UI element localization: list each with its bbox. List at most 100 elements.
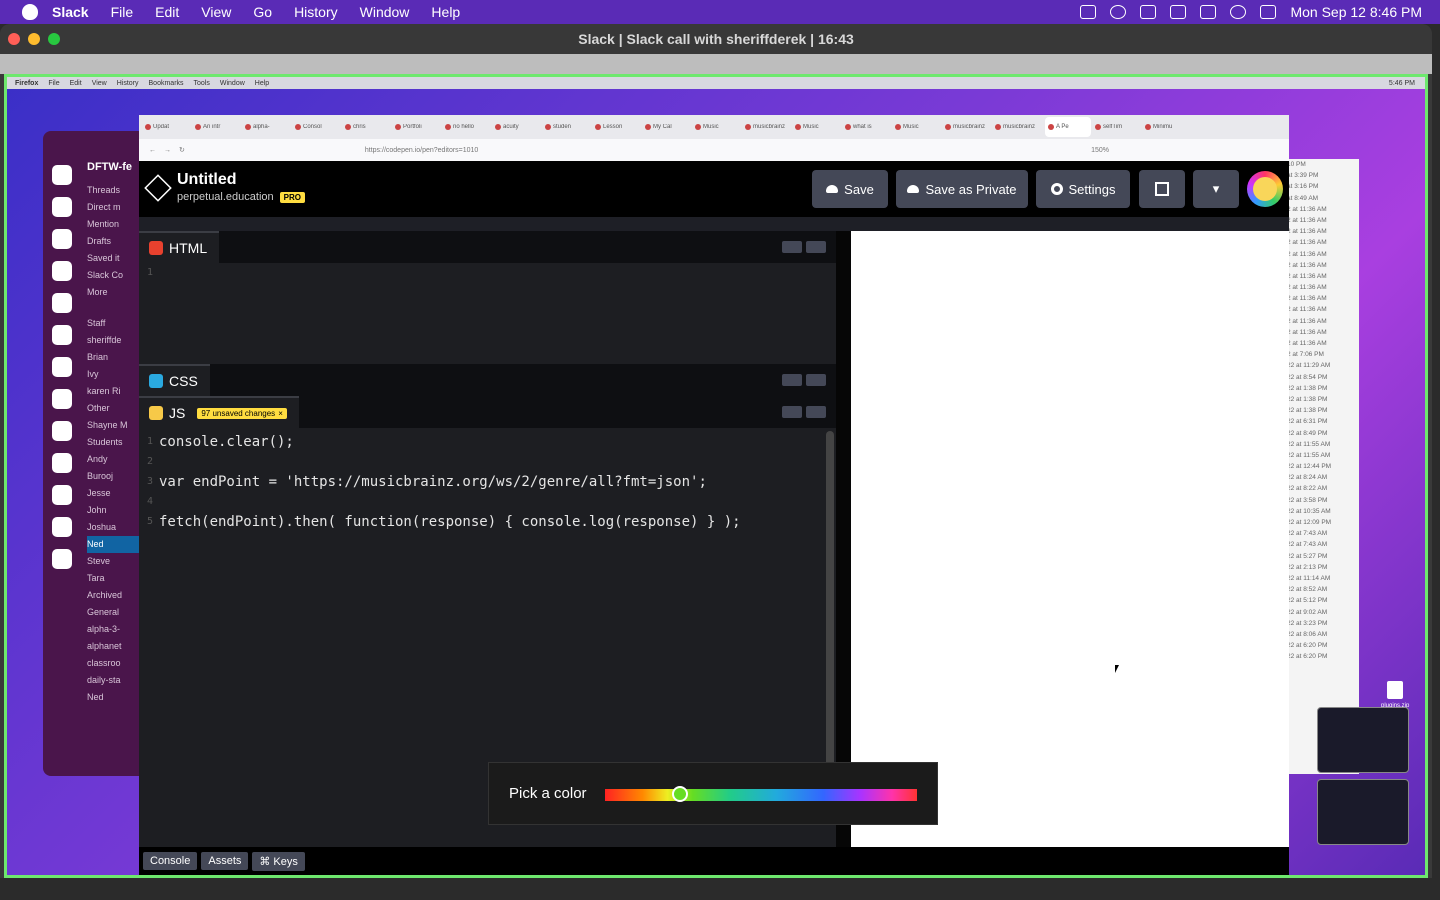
css-pane-controls (782, 374, 826, 386)
shared-file-list: 10 PM at 3:39 PM at 3:16 PM at 8:49 AM 2 at … (1287, 159, 1359, 774)
browser-tab: An intr (195, 124, 241, 130)
drive-icon[interactable] (1080, 5, 1097, 19)
line-number: 5 (146, 516, 153, 527)
file-list-item: 22 at 6:20 PM (1287, 653, 1328, 661)
file-list-item: 2 at 11:36 AM (1287, 261, 1327, 269)
file-icon (1387, 681, 1403, 699)
file-list-item: 22 at 8:52 AM (1287, 586, 1328, 594)
tab-label: musicbrainz (953, 124, 986, 130)
save-private-button: Save as Private (896, 170, 1028, 208)
browser-tab: A Pe (1045, 117, 1091, 137)
tab-favicon-icon (545, 124, 551, 130)
browser-tab: My Cal (645, 124, 691, 130)
console-button: Console (143, 852, 198, 870)
tab-label: Lesson (603, 124, 623, 130)
call-toolbar (0, 54, 1432, 74)
browser-tab: Updat (145, 124, 191, 130)
css-pane-header: CSS (139, 364, 836, 396)
shared-menu-history: History (116, 79, 139, 87)
cloud-icon (826, 185, 839, 193)
menu-go[interactable]: Go (253, 4, 272, 20)
browser-tab: musicbrainz (995, 124, 1041, 130)
color-picker-label: Pick a color (509, 785, 587, 802)
tab-label: An intr (203, 124, 221, 130)
menubar-clock[interactable]: Mon Sep 12 8:46 PM (1290, 4, 1422, 20)
tab-label: Portfoli (403, 124, 422, 130)
wifi-icon[interactable] (1230, 5, 1247, 19)
tab-favicon-icon (595, 124, 601, 130)
menu-help[interactable]: Help (431, 4, 460, 20)
tab-css: CSS (139, 364, 210, 396)
menu-window[interactable]: Window (360, 4, 410, 20)
hue-slider-handle[interactable] (671, 786, 688, 802)
flag-icon[interactable] (1170, 5, 1187, 19)
html-pane-header: HTML (139, 231, 836, 263)
tab-favicon-icon (145, 124, 151, 130)
chevron-down-icon (806, 241, 826, 253)
file-list-item: 22 at 3:23 PM (1287, 619, 1328, 627)
tab-label: Music (903, 124, 919, 130)
file-list-item: 22 at 9:02 AM (1287, 608, 1328, 616)
html-pane-controls (782, 241, 826, 253)
html-icon (149, 241, 163, 255)
file-list-item: 22 at 1:38 PM (1287, 395, 1328, 403)
cloud-icon (907, 185, 920, 193)
bluetooth-icon[interactable] (1140, 5, 1157, 19)
slack-call-window: Slack | Slack call with sheriffderek | 1… (0, 24, 1432, 878)
file-list-item: 10 PM (1287, 161, 1306, 168)
tab-favicon-icon (695, 124, 701, 130)
browser-tab: Music (895, 124, 941, 130)
js-label: JS (169, 405, 186, 421)
file-list-item: 22 at 2:13 PM (1287, 563, 1328, 571)
menu-edit[interactable]: Edit (155, 4, 179, 20)
hue-slider[interactable] (605, 786, 917, 802)
file-list-item: 22 at 11:29 AM (1287, 362, 1331, 370)
tab-label: acuity (503, 124, 519, 130)
shared-firefox-window: Updat An intr alpha- Consol chris Portfoli no … (139, 115, 1289, 875)
menu-history[interactable]: History (294, 4, 338, 20)
assets-button: Assets (201, 852, 249, 870)
mac-menubar: Slack File Edit View Go History Window H… (0, 0, 1440, 24)
shared-mac-menubar: Firefox File Edit View History Bookmarks… (7, 77, 1425, 89)
workspace-icon (52, 165, 72, 185)
menu-view[interactable]: View (201, 4, 231, 20)
tab-label: musicbrainz (1003, 124, 1036, 130)
js-editor: 1 console.clear(); 2 3 var endPoint = 'https… (139, 428, 836, 532)
css-label: CSS (169, 373, 198, 389)
color-picker: Pick a color (488, 762, 938, 825)
file-list-item: 2 at 11:36 AM (1287, 295, 1327, 303)
workspace-icon (52, 485, 72, 505)
workspace-icon (52, 229, 72, 249)
workspace-icon (52, 549, 72, 569)
browser-tab: Consol (295, 124, 341, 130)
workspace-icon (52, 325, 72, 345)
tab-label: what is (853, 124, 872, 130)
file-list-item: 2 at 11:36 AM (1287, 328, 1327, 336)
thumbnail (1317, 707, 1409, 773)
file-list-item: 2 at 11:36 AM (1287, 239, 1327, 247)
tab-favicon-icon (1048, 124, 1054, 130)
file-list-item: at 3:16 PM (1287, 183, 1319, 191)
gear-icon (782, 241, 802, 253)
save-private-label: Save as Private (925, 181, 1017, 197)
code-text: var endPoint = 'https://musicbrainz.org/… (159, 474, 707, 490)
shared-screen: Firefox File Edit View History Bookmarks… (4, 74, 1428, 878)
line-number: 1 (146, 267, 153, 278)
file-list-item: 22 at 11:55 AM (1287, 451, 1331, 459)
workspace-icon (52, 293, 72, 313)
tab-label: no hello (453, 124, 475, 130)
battery-icon[interactable] (1200, 5, 1217, 19)
tab-favicon-icon (745, 124, 751, 130)
apple-icon[interactable] (22, 4, 38, 20)
avatar (1247, 171, 1283, 207)
file-list-item: 22 at 6:31 PM (1287, 418, 1328, 426)
control-center-icon[interactable] (1260, 5, 1277, 19)
password-icon[interactable] (1110, 5, 1127, 19)
file-list-item: 22 at 5:27 PM (1287, 552, 1328, 560)
menu-slack[interactable]: Slack (52, 4, 89, 20)
code-text: fetch(endPoint).then( function(response)… (159, 514, 741, 530)
menu-file[interactable]: File (111, 4, 134, 20)
gear-icon (782, 374, 802, 386)
pro-badge: PRO (279, 191, 305, 203)
browser-tab: acuity (495, 124, 541, 130)
